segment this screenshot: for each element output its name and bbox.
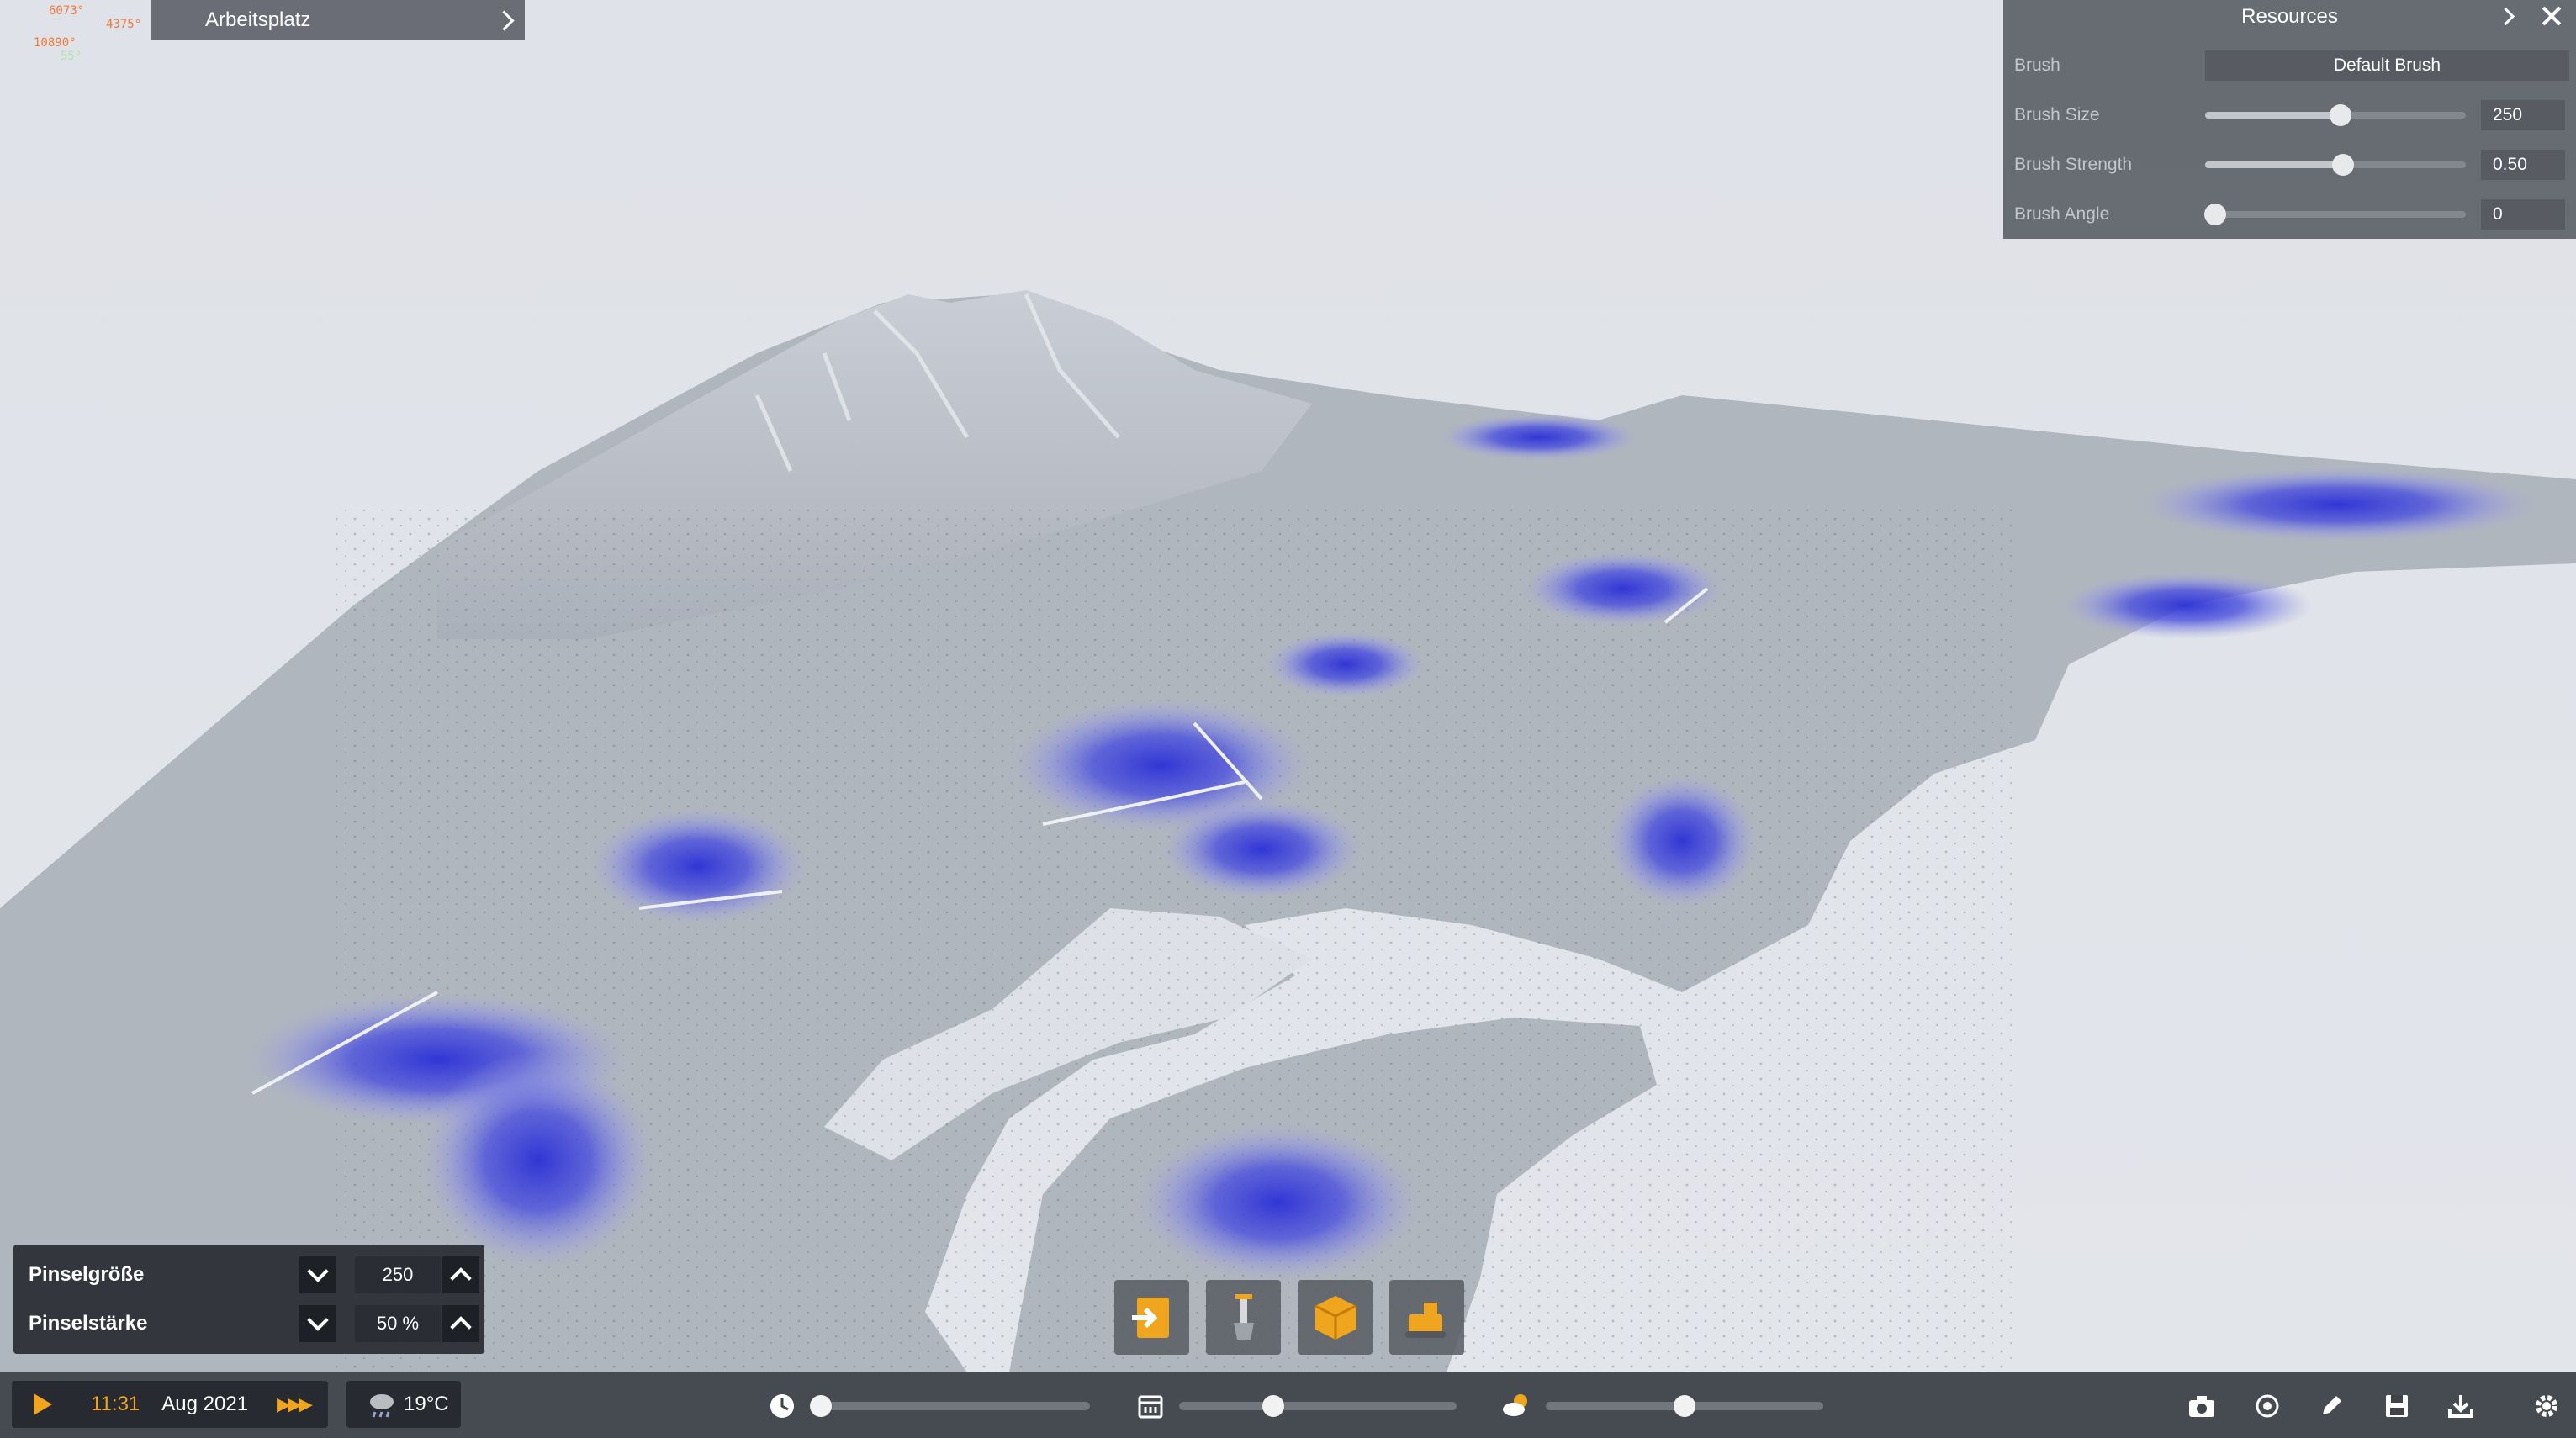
save-icon: [2386, 1395, 2408, 1417]
brush-strength-label: Pinselstärke: [29, 1312, 148, 1335]
settings-button[interactable]: [2530, 1389, 2563, 1423]
chevron-down-icon: [307, 1309, 329, 1331]
increase-button[interactable]: [442, 1256, 479, 1293]
slider-knob[interactable]: [1262, 1395, 1285, 1417]
brush-strength-row: Brush Strength 0.50: [2003, 146, 2576, 183]
debug-line: 10890°: [34, 36, 77, 50]
debug-line: 4375°: [106, 18, 142, 31]
clock-icon: [770, 1394, 794, 1418]
edit-button[interactable]: [2314, 1389, 2348, 1423]
slider-label: Brush Angle: [2014, 204, 2110, 224]
chevron-right-icon[interactable]: [2496, 7, 2515, 26]
pencil-icon: [2323, 1396, 2341, 1414]
chevron-right-icon[interactable]: [494, 9, 515, 31]
time-controls: 11:31 Aug 2021 ▶▶▶: [12, 1381, 328, 1428]
brush-angle-input[interactable]: 0: [2481, 199, 2565, 230]
brush-select[interactable]: Default Brush: [2205, 50, 2569, 81]
chevron-down-icon: [307, 1261, 329, 1282]
slider-knob[interactable]: [2330, 104, 2352, 126]
brush-angle-slider[interactable]: [2204, 204, 2466, 225]
resources-title: Resources: [2241, 5, 2338, 28]
chevron-up-icon: [450, 1316, 472, 1338]
bulldozer-icon: [1404, 1302, 1446, 1338]
close-icon[interactable]: [2539, 3, 2564, 29]
workspace-label: Arbeitsplatz: [205, 8, 311, 31]
date-slider[interactable]: [1179, 1395, 1457, 1417]
temperature: 19°C: [404, 1393, 449, 1415]
slider-knob[interactable]: [2204, 204, 2227, 225]
workspace-bar[interactable]: Arbeitsplatz: [151, 0, 525, 40]
debug-line: 55°: [61, 50, 82, 63]
slider-knob[interactable]: [810, 1395, 832, 1417]
brush-size-input[interactable]: 250: [2481, 100, 2565, 130]
resources-header: Resources: [2003, 0, 2576, 34]
save-button[interactable]: [2380, 1389, 2414, 1423]
gear-icon: [2536, 1395, 2557, 1417]
shovel-button[interactable]: [1206, 1280, 1281, 1355]
bulldozer-button[interactable]: [1389, 1280, 1464, 1355]
debug-overlay: 6073° 4375° 10890° 55°: [0, 0, 168, 67]
brush-angle-row: Brush Angle 0: [2003, 196, 2576, 233]
chevron-up-icon: [450, 1267, 472, 1289]
bottom-bar: 11:31 Aug 2021 ▶▶▶ 19°C: [0, 1372, 2576, 1438]
clock-time: 11:31: [91, 1393, 140, 1415]
resources-panel: Resources Brush Default Brush Brush Size…: [2003, 0, 2576, 239]
decrease-button[interactable]: [299, 1256, 336, 1293]
brush-label: Brush: [2014, 56, 2060, 75]
decrease-button[interactable]: [299, 1305, 336, 1342]
calendar-icon: [1138, 1395, 1163, 1419]
brush-strength-value[interactable]: 50 %: [355, 1305, 441, 1342]
download-icon: [2448, 1395, 2473, 1418]
terrain-tools: [1114, 1280, 1464, 1355]
camera-icon: [2189, 1396, 2214, 1417]
brush-size-row: Brush Size 250: [2003, 97, 2576, 134]
weather-readout: 19°C: [346, 1381, 461, 1428]
brush-size-value[interactable]: 250: [355, 1256, 441, 1293]
import-terrain-icon: [1131, 1297, 1169, 1338]
slider-label: Brush Size: [2014, 105, 2100, 124]
target-icon: [2256, 1394, 2279, 1418]
brush-size-label: Pinselgröße: [29, 1263, 145, 1286]
import-terrain-button[interactable]: [1114, 1280, 1189, 1355]
clock-date: Aug 2021: [161, 1393, 249, 1415]
rain-cloud-icon: [370, 1394, 394, 1418]
target-button[interactable]: [2251, 1389, 2284, 1423]
brush-panel: Pinselgröße 250 Pinselstärke 50 %: [13, 1245, 484, 1354]
download-button[interactable]: [2444, 1389, 2478, 1423]
resources-button[interactable]: [1298, 1280, 1373, 1355]
brush-row: Brush Default Brush: [2003, 47, 2576, 84]
weather-icon: [1503, 1394, 1527, 1416]
slider-label: Brush Strength: [2014, 155, 2133, 174]
increase-button[interactable]: [442, 1305, 479, 1342]
shovel-icon: [1233, 1293, 1254, 1340]
play-icon[interactable]: [34, 1393, 52, 1415]
slider-knob[interactable]: [2332, 154, 2355, 176]
brush-strength-input[interactable]: 0.50: [2481, 150, 2565, 180]
camera-button[interactable]: [2185, 1389, 2219, 1423]
brush-size-slider[interactable]: [2205, 104, 2466, 126]
time-of-day-slider[interactable]: [810, 1395, 1090, 1417]
slider-knob[interactable]: [1674, 1395, 1695, 1417]
weather-slider[interactable]: [1546, 1395, 1823, 1417]
debug-line: 6073°: [49, 4, 85, 18]
brush-size-row: Pinselgröße 250: [13, 1251, 484, 1298]
brush-strength-row: Pinselstärke 50 %: [13, 1300, 484, 1347]
brush-strength-slider[interactable]: [2205, 154, 2466, 176]
resource-box-icon: [1314, 1295, 1357, 1340]
fast-forward-icon[interactable]: ▶▶▶: [277, 1393, 313, 1415]
